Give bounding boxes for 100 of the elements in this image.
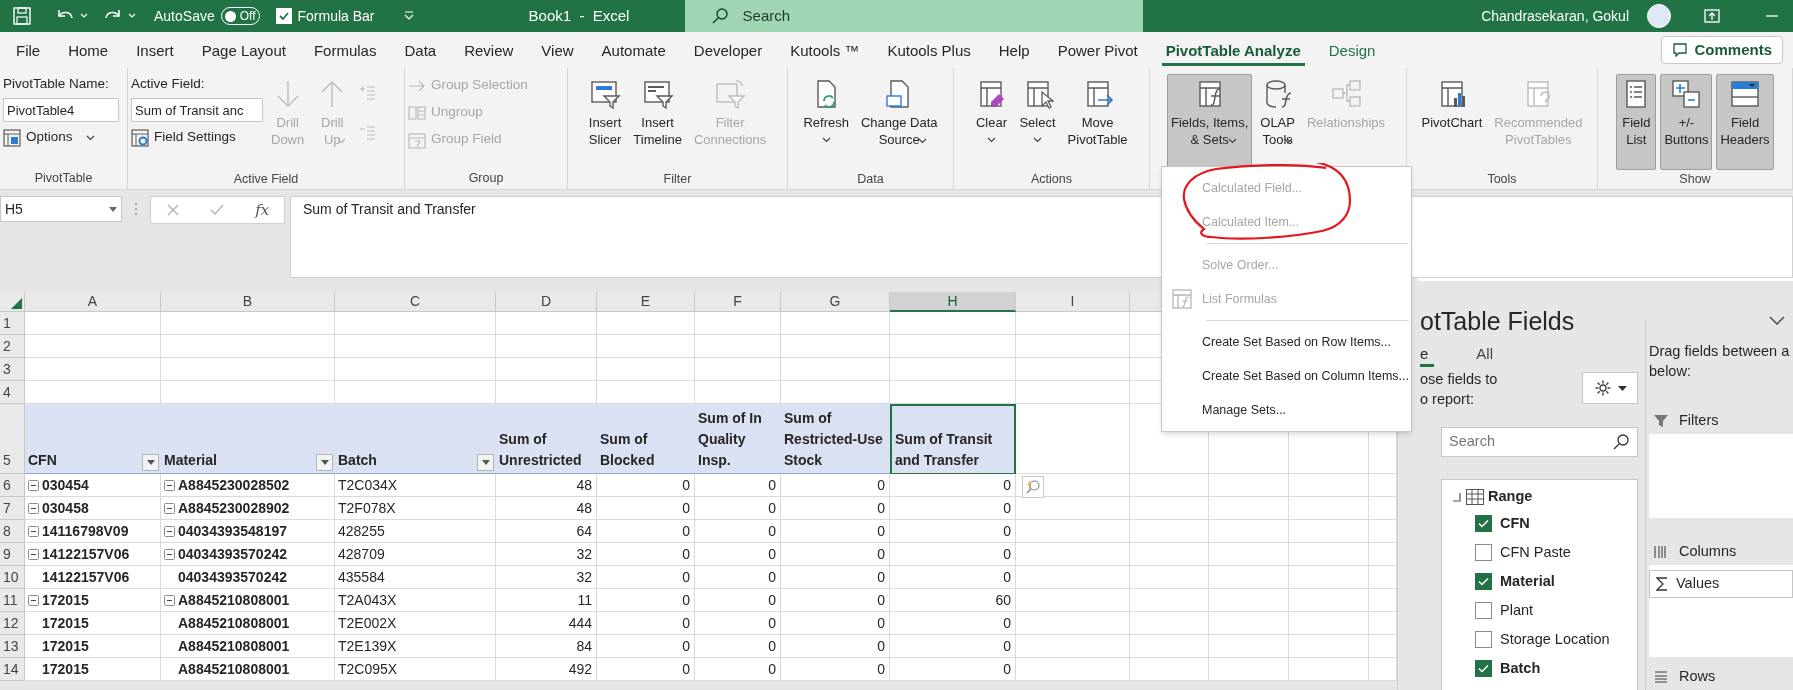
ribbon-button[interactable]: +/- Buttons: [1660, 74, 1713, 170]
table-header-cell[interactable]: Sum of Unrestricted: [496, 404, 597, 474]
menu-item[interactable]: Create Set Based on Row Items...: [1162, 325, 1411, 359]
ribbon-button[interactable]: Field Headers: [1716, 74, 1774, 170]
save-icon[interactable]: [12, 6, 32, 26]
checkbox[interactable]: [1475, 631, 1492, 648]
ribbon-button[interactable]: Move PivotTable: [1063, 74, 1132, 170]
table-header-cell[interactable]: Sum of Transit and Transfer: [890, 404, 1016, 474]
ribbon-tab[interactable]: Kutools Plus: [873, 34, 985, 68]
ribbon-display-icon[interactable]: [1703, 8, 1721, 24]
row-header[interactable]: 13: [0, 635, 25, 658]
column-header[interactable]: H: [890, 292, 1016, 312]
collapse-button[interactable]: [28, 502, 39, 514]
ribbon-button[interactable]: Select: [1015, 74, 1060, 170]
row-header[interactable]: 2: [0, 335, 25, 358]
formula-bar-checkbox[interactable]: [275, 8, 292, 24]
name-box[interactable]: H5: [0, 196, 122, 222]
ribbon-tab[interactable]: Data: [390, 34, 451, 68]
quick-analysis-icon[interactable]: [1025, 479, 1041, 495]
row-header[interactable]: 3: [0, 358, 25, 381]
filter-button[interactable]: [477, 454, 494, 471]
row-header[interactable]: 12: [0, 612, 25, 635]
ribbon-tab[interactable]: Home: [54, 34, 123, 68]
settings-button[interactable]: [1582, 372, 1638, 404]
table-header-cell[interactable]: Material: [161, 404, 335, 474]
check-icon[interactable]: [209, 203, 226, 217]
search-field[interactable]: Search: [1441, 427, 1638, 457]
row-header[interactable]: 1: [0, 312, 25, 335]
table-header-cell[interactable]: Batch: [335, 404, 496, 474]
ribbon-tab[interactable]: Design: [1314, 34, 1390, 68]
checkbox[interactable]: [1475, 602, 1492, 619]
collapse-button[interactable]: [164, 502, 175, 514]
table-header-cell[interactable]: Sum of In Quality Insp.: [695, 404, 781, 474]
row-header[interactable]: 8: [0, 520, 25, 543]
ribbon-tab[interactable]: View: [527, 34, 588, 68]
row-header[interactable]: 11: [0, 589, 25, 612]
row-header[interactable]: 5: [0, 404, 25, 474]
checkbox[interactable]: [1475, 544, 1492, 561]
checkbox[interactable]: [1475, 660, 1492, 677]
ribbon-tab[interactable]: Developer: [679, 34, 777, 68]
search-box[interactable]: Search: [684, 0, 1143, 32]
ribbon-button[interactable]: Refresh: [799, 74, 853, 170]
collapse-button[interactable]: [28, 548, 39, 560]
row-header[interactable]: 6: [0, 474, 25, 497]
select-all-icon[interactable]: [11, 298, 22, 309]
ribbon-button[interactable]: Field List: [1616, 74, 1657, 170]
ribbon-tab[interactable]: Page Layout: [187, 34, 300, 68]
ribbon-tab[interactable]: Kutools ™: [776, 34, 874, 68]
checkbox[interactable]: [1475, 515, 1492, 532]
collapse-button[interactable]: [164, 548, 175, 560]
menu-item[interactable]: Create Set Based on Column Items...: [1162, 359, 1411, 393]
collapse-button[interactable]: [28, 594, 39, 606]
ribbon-tab[interactable]: Formulas: [299, 34, 391, 68]
panel-tab[interactable]: All: [1476, 343, 1499, 367]
checkbox[interactable]: [1475, 573, 1492, 590]
table-header-cell[interactable]: Sum of Blocked: [597, 404, 695, 474]
chevron-down-icon[interactable]: [1769, 316, 1785, 326]
collapse-button[interactable]: [28, 525, 39, 537]
row-header[interactable]: 10: [0, 566, 25, 589]
ribbon-tab[interactable]: Power Pivot: [1043, 34, 1152, 68]
row-header[interactable]: 14: [0, 658, 25, 681]
ribbon-button[interactable]: Insert Timeline: [629, 74, 686, 170]
caret-icon[interactable]: [128, 13, 136, 19]
ribbon-button[interactable]: Insert Slicer: [584, 74, 626, 170]
caret-icon[interactable]: [80, 13, 88, 19]
table-cell-text: 14122157V06: [42, 567, 130, 587]
filter-button[interactable]: [316, 454, 333, 471]
ribbon-tab[interactable]: Insert: [122, 34, 188, 68]
diagram-icon: [1330, 78, 1362, 110]
comments-button[interactable]: Comments: [1661, 36, 1783, 64]
insert-function-button[interactable]: fx: [255, 198, 270, 222]
name-field[interactable]: Sum of Transit anc: [131, 98, 263, 122]
ribbon-button[interactable]: Change Data Source: [856, 74, 942, 170]
table-header-cell[interactable]: CFN: [25, 404, 161, 474]
ribbon-tab[interactable]: File: [2, 34, 55, 68]
name-field[interactable]: PivotTable4: [3, 98, 119, 122]
ribbon-tab[interactable]: Help: [984, 34, 1044, 68]
ribbon-button[interactable]: PivotChart: [1417, 74, 1487, 170]
filter-button[interactable]: [142, 454, 159, 471]
ribbon-button[interactable]: Clear: [971, 74, 1012, 170]
customize-caret-icon[interactable]: [402, 11, 415, 21]
avatar[interactable]: [1647, 4, 1671, 28]
tree-item[interactable]: Range: [1488, 486, 1533, 508]
collapse-button[interactable]: [164, 479, 175, 491]
ribbon-tab[interactable]: PivotTable Analyze: [1151, 34, 1315, 68]
collapse-button[interactable]: [164, 525, 175, 537]
collapse-button[interactable]: [28, 479, 39, 491]
table-header-cell[interactable]: Sum of Restricted-Use Stock: [781, 404, 890, 474]
row-header[interactable]: 7: [0, 497, 25, 520]
ribbon-tab[interactable]: Review: [450, 34, 528, 68]
area-item[interactable]: Values: [1649, 570, 1793, 598]
ribbon-button[interactable]: OLAP Tools: [1256, 74, 1299, 170]
ribbon-button[interactable]: Field Settings: [131, 126, 263, 149]
ribbon-tab[interactable]: Automate: [587, 34, 680, 68]
menu-item[interactable]: Manage Sets...: [1162, 393, 1411, 427]
collapse-button[interactable]: [164, 594, 175, 606]
row-header[interactable]: 4: [0, 381, 25, 404]
ribbon-button[interactable]: Options: [3, 126, 119, 149]
row-header[interactable]: 9: [0, 543, 25, 566]
panel-tab[interactable]: e: [1420, 343, 1435, 367]
